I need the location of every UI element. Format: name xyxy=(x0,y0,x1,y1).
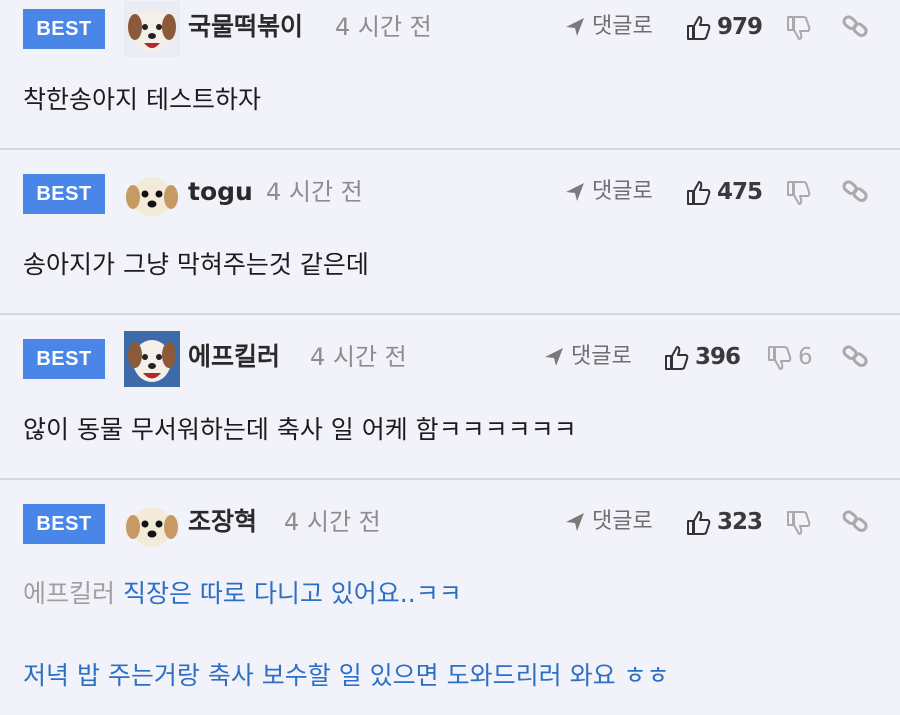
dislike-button[interactable]: 6 xyxy=(766,340,813,374)
comment-time: 4 시간 전 xyxy=(335,13,432,41)
comment-author[interactable]: 국물떡볶이 xyxy=(188,10,303,44)
reply-button[interactable]: 댓글로 xyxy=(543,340,632,374)
thumbs-down-icon xyxy=(768,345,792,370)
comment-author[interactable]: 에프킬러 xyxy=(188,340,280,374)
link-icon[interactable] xyxy=(842,177,870,205)
link-icon[interactable] xyxy=(842,12,870,40)
comment-time: 4 시간 전 xyxy=(310,343,407,371)
thumbs-down-icon xyxy=(787,510,811,535)
reply-button[interactable]: 댓글로 xyxy=(564,505,653,539)
dog-portrait-icon[interactable] xyxy=(124,331,180,387)
best-badge: BEST xyxy=(23,504,105,544)
comment-text: 에프킬러 직장은 따로 다니고 있어요..ㅋㅋ xyxy=(23,576,462,612)
comment-text: 않이 동물 무서워하는데 축사 일 어케 함ㅋㅋㅋㅋㅋㅋ xyxy=(23,415,577,444)
comment-item: BEST 에프킬러 4 시간 전 댓글로 396 6 않이 동물 무서워하는데 … xyxy=(0,315,900,480)
reply-button[interactable]: 댓글로 xyxy=(564,175,653,209)
comment-time: 4 시간 전 xyxy=(284,508,381,536)
puppy-face-icon[interactable] xyxy=(124,167,180,223)
comment-author[interactable]: togu xyxy=(188,175,253,209)
dislike-button[interactable] xyxy=(785,175,817,209)
comment-author[interactable]: 조장혁 xyxy=(188,505,257,539)
like-button[interactable]: 323 xyxy=(685,505,763,539)
send-arrow-icon xyxy=(566,18,584,36)
comment-text: 착한송아지 테스트하자 xyxy=(23,85,261,114)
reply-text-line: 직장은 따로 다니고 있어요..ㅋㅋ xyxy=(122,579,462,608)
dog-portrait-icon[interactable] xyxy=(124,1,180,57)
like-count: 979 xyxy=(717,14,763,40)
comment-item: BEST 조장혁 4 시간 전 댓글로 323 에프킬러 직장은 따로 다니고 … xyxy=(0,480,900,715)
best-badge: BEST xyxy=(23,9,105,49)
like-count: 396 xyxy=(695,344,741,370)
dislike-count: 6 xyxy=(798,344,813,370)
reply-label: 댓글로 xyxy=(592,509,653,534)
like-count: 475 xyxy=(717,179,763,205)
like-button[interactable]: 979 xyxy=(685,10,763,44)
best-badge: BEST xyxy=(23,174,105,214)
like-button[interactable]: 396 xyxy=(663,340,741,374)
send-arrow-icon xyxy=(545,348,563,366)
comment-time: 4 시간 전 xyxy=(266,178,363,206)
thumbs-up-icon xyxy=(687,510,711,535)
thumbs-down-icon xyxy=(787,180,811,205)
comment-text: 송아지가 그냥 막혀주는것 같은데 xyxy=(23,250,369,279)
reply-label: 댓글로 xyxy=(571,344,632,369)
puppy-face-icon[interactable] xyxy=(124,497,180,553)
comment-item: BEST 국물떡볶이 4 시간 전 댓글로 979 착한송아지 테스트하자 xyxy=(0,0,900,150)
link-icon[interactable] xyxy=(842,342,870,370)
reply-button[interactable]: 댓글로 xyxy=(564,10,653,44)
reply-mention[interactable]: 에프킬러 xyxy=(23,579,115,608)
dislike-button[interactable] xyxy=(785,505,817,539)
link-icon[interactable] xyxy=(842,507,870,535)
thumbs-up-icon xyxy=(687,180,711,205)
thumbs-up-icon xyxy=(665,345,689,370)
like-button[interactable]: 475 xyxy=(685,175,763,209)
thumbs-up-icon xyxy=(687,15,711,40)
send-arrow-icon xyxy=(566,513,584,531)
send-arrow-icon xyxy=(566,183,584,201)
dislike-button[interactable] xyxy=(785,10,817,44)
like-count: 323 xyxy=(717,509,763,535)
reply-label: 댓글로 xyxy=(592,179,653,204)
reply-text-line: 저녁 밥 주는거랑 축사 보수할 일 있으면 도와드리러 와요 ㅎㅎ xyxy=(23,661,670,690)
comment-item: BEST togu 4 시간 전 댓글로 475 송아지가 그냥 막혀주는것 같… xyxy=(0,150,900,315)
reply-label: 댓글로 xyxy=(592,14,653,39)
thumbs-down-icon xyxy=(787,15,811,40)
best-badge: BEST xyxy=(23,339,105,379)
